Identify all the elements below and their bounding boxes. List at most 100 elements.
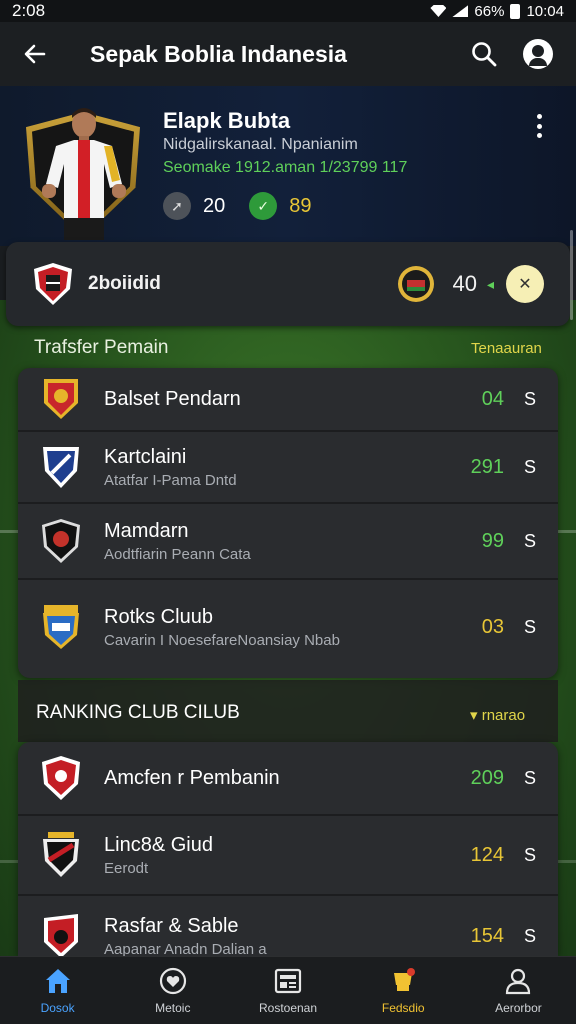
list-item-suffix: S [523, 844, 536, 865]
list-item[interactable]: Amcfen r Pembanin 209 S [18, 742, 558, 816]
wifi-icon [430, 5, 447, 17]
list-item[interactable]: Rasfar & Sable Aapanar Anadn Dalian a 15… [18, 896, 558, 956]
status-time-left: 2:08 [12, 1, 46, 20]
club-crest-icon [42, 519, 80, 563]
list-item-suffix: S [523, 616, 536, 637]
nav-favorites[interactable]: Metoic [115, 957, 230, 1024]
page-title: Sepak Boblia Indanesia [90, 40, 347, 67]
club-crest-icon [34, 263, 72, 305]
heart-icon [159, 967, 186, 994]
swap-icon: ✕ [518, 276, 532, 293]
nav-profile[interactable]: Aerorbor [461, 957, 576, 1024]
list-item-subtitle: Cavarin I NoesefareNoansiay Nbab [104, 631, 340, 649]
status-time-right: 10:04 [526, 2, 564, 20]
battery-percent: 66% [474, 2, 505, 20]
list-item[interactable]: Linc8& Giud Eerodt 124 S [18, 816, 558, 896]
list-item-subtitle: Aodtfiarin Peann Cata [104, 545, 251, 563]
list-item-suffix: S [523, 925, 536, 946]
list-item-value: 209 [470, 766, 504, 789]
list-item[interactable]: Balset Pendarn 04 S [18, 368, 558, 432]
ranking-list: Amcfen r Pembanin 209 S Linc8& Giud Eero… [18, 742, 558, 956]
news-icon [274, 968, 302, 993]
nav-home[interactable]: Dosok [0, 957, 115, 1024]
list-item-text: Amcfen r Pembanin [104, 767, 444, 790]
search-icon [472, 42, 497, 67]
trend-up-icon: ◂ [486, 275, 494, 292]
badge-value: 20 [203, 194, 226, 217]
opponent-crest-icon [398, 266, 435, 302]
club-crest-icon [43, 605, 79, 649]
status-bar: 2:08 66% 10:04 [0, 0, 576, 22]
list-item-text: Rotks Cluub Cavarin I NoesefareNoansiay … [104, 606, 444, 649]
transfer-section-title: Trafsfer Pemain [34, 337, 169, 358]
user-icon [506, 968, 531, 994]
nav-trophies[interactable]: Fedsdio [346, 957, 461, 1024]
ranking-section-title: RANKING CLUB CILUB [36, 702, 240, 723]
signal-icon [452, 5, 469, 17]
transfer-list: Balset Pendarn 04 S Kartclaini Atatfar I… [18, 368, 558, 678]
list-item-title: Linc8& Giud [104, 833, 213, 856]
list-item[interactable]: Rotks Cluub Cavarin I NoesefareNoansiay … [18, 580, 558, 674]
list-item-suffix: S [523, 388, 536, 409]
list-item-value: 99 [481, 529, 504, 552]
nav-label: Fedsdio [381, 1000, 425, 1015]
list-item-subtitle: Eerodt [104, 859, 149, 877]
list-item-text: Linc8& Giud Eerodt [104, 834, 444, 877]
kebab-dot [536, 114, 542, 119]
arrow-left-icon [24, 44, 46, 64]
club-crest-icon [44, 914, 78, 956]
list-item-subtitle: Atatfar I-Pama Dntd [104, 471, 237, 489]
filter-icon: ▾ [470, 707, 482, 724]
list-item-suffix: S [523, 767, 536, 788]
list-item-text: Kartclaini Atatfar I-Pama Dntd [104, 446, 444, 489]
profile-icon [523, 39, 553, 69]
swap-button[interactable]: ✕ [506, 265, 544, 303]
nav-label: Metoic [155, 1000, 191, 1015]
search-button[interactable] [464, 34, 504, 74]
more-options-button[interactable] [528, 110, 550, 142]
nav-label: Aerorbor [495, 1000, 542, 1015]
bottom-navigation: Dosok Metoic Rostoenan Fedsdio Aerorbor [0, 956, 576, 1024]
scrollbar[interactable] [570, 230, 573, 320]
player-name: Elapk Bubta [163, 108, 291, 133]
kebab-dot [536, 123, 542, 129]
list-item-value: 124 [470, 843, 504, 866]
nav-news[interactable]: Rostoenan [230, 957, 345, 1024]
list-item-value: 154 [470, 924, 504, 947]
list-item-subtitle: Aapanar Anadn Dalian a [104, 940, 267, 957]
list-item-text: Balset Pendarn [104, 388, 444, 411]
club-crest-icon [43, 832, 79, 877]
badge-value: 89 [289, 194, 312, 217]
player-badges: ➚ 20 ✓ 89 [163, 192, 312, 220]
trophy-icon [394, 967, 416, 991]
home-icon [45, 968, 70, 993]
list-item-suffix: S [523, 456, 536, 477]
list-item-title: Kartclaini [104, 445, 187, 468]
club-summary-card[interactable]: 2boiidid 40 ◂ ✕ [6, 242, 570, 326]
ranking-action-label: rnarao [481, 707, 526, 724]
list-item-suffix: S [523, 530, 536, 551]
nav-label: Rostoenan [258, 1000, 318, 1015]
nav-label: Dosok [40, 1000, 75, 1015]
club-crest-icon [43, 447, 79, 488]
list-item-title: Mamdarn [104, 519, 189, 542]
player-photo [42, 108, 126, 240]
battery-icon [510, 3, 521, 19]
list-item-value: 04 [481, 387, 504, 410]
list-item[interactable]: Kartclaini Atatfar I-Pama Dntd 291 S [18, 432, 558, 504]
back-button[interactable] [18, 37, 52, 71]
boot-icon: ➚ [163, 192, 191, 220]
kebab-dot [536, 133, 542, 138]
club-score: 40 [452, 271, 477, 296]
player-stat-line: Seomake 1912.aman 1/23799 117 [163, 159, 408, 176]
transfer-section-action[interactable]: Tenaauran [471, 340, 542, 357]
app-bar: Sepak Boblia Indanesia [0, 22, 576, 86]
list-item-value: 03 [481, 615, 504, 638]
list-item-value: 291 [470, 455, 504, 478]
list-item[interactable]: Mamdarn Aodtfiarin Peann Cata 99 S [18, 504, 558, 580]
profile-button[interactable] [518, 34, 558, 74]
club-crest-icon [42, 756, 80, 800]
club-name: 2boiidid [88, 273, 161, 294]
list-item-text: Mamdarn Aodtfiarin Peann Cata [104, 520, 444, 563]
ranking-section-action[interactable]: ▾ rnarao [470, 706, 525, 724]
